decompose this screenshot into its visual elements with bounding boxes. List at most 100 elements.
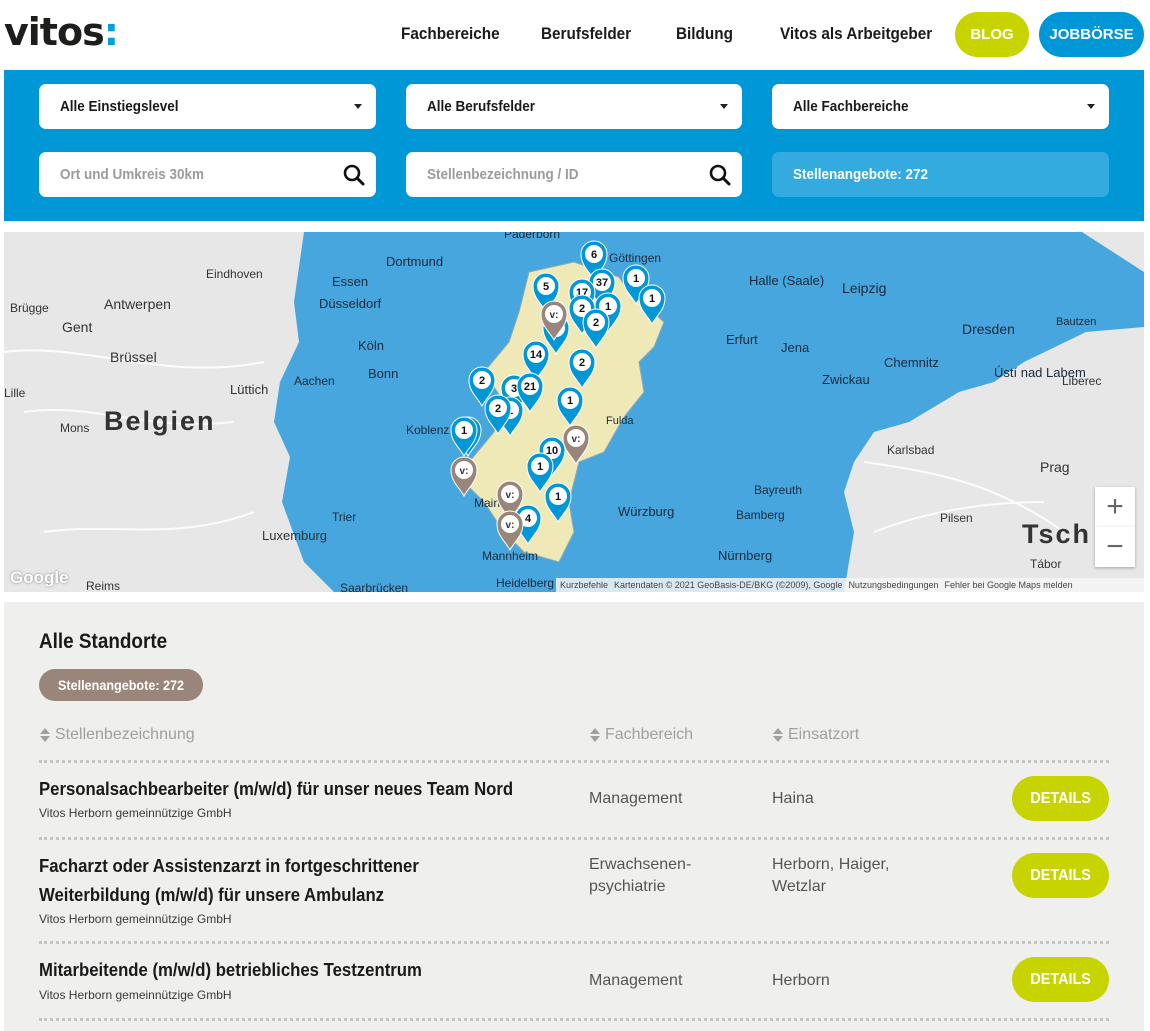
job-location: Herborn, Haiger, Wetzlar xyxy=(772,856,890,895)
map-city-label: Lille xyxy=(4,386,26,400)
map-report-link[interactable]: Fehler bei Google Maps melden xyxy=(945,580,1073,590)
job-location: Herborn xyxy=(772,972,830,989)
offers-count-text: Stellenangebote: 272 xyxy=(793,166,929,183)
divider xyxy=(39,941,1109,944)
details-button[interactable]: DETAILS xyxy=(1012,853,1109,898)
map-city-label: Dortmund xyxy=(386,254,443,269)
job-location: Haina xyxy=(772,790,814,807)
sort-einsatzort[interactable]: Einsatzort xyxy=(772,726,859,744)
column-label: Fachbereich xyxy=(605,726,694,743)
divider xyxy=(39,837,1109,840)
fachbereich-select[interactable]: Alle Fachbereiche xyxy=(772,84,1109,129)
map-city-label: Koblenz xyxy=(406,423,449,437)
zoom-out-button[interactable]: − xyxy=(1095,527,1135,567)
map-city-label: Chemnitz xyxy=(884,355,939,370)
map-city-label: Bayreuth xyxy=(754,483,802,497)
zoom-out-icon: − xyxy=(1106,530,1124,563)
nav-arbeitgeber[interactable]: Vitos als Arbeitgeber xyxy=(780,24,932,44)
job-org: Vitos Herborn gemeinnützige GmbH xyxy=(39,912,232,926)
nav-fachbereiche[interactable]: Fachbereiche xyxy=(401,24,500,44)
job-org: Vitos Herborn gemeinnützige GmbH xyxy=(39,806,232,820)
nav-berufsfelder[interactable]: Berufsfelder xyxy=(541,24,631,44)
job-department: Management xyxy=(589,790,683,807)
offers-count-badge: Stellenangebote: 272 xyxy=(39,669,204,701)
listing-title: Alle Standorte xyxy=(39,630,168,653)
caret-down-icon xyxy=(720,104,728,109)
sort-icon xyxy=(589,728,601,742)
map-city-label: Eindhoven xyxy=(206,267,263,281)
map-city-label: Paderborn xyxy=(504,232,560,241)
level-select[interactable]: Alle Einstiegslevel xyxy=(39,84,376,129)
map-marker-count: 1 xyxy=(649,293,655,305)
map-city-label: Köln xyxy=(358,338,384,353)
location-placeholder: Ort und Umkreis 30km xyxy=(60,166,205,183)
map-canvas[interactable]: Eindhoven Antwerpen Brügge Gent Brüssel … xyxy=(4,232,1144,592)
map-city-label: Bonn xyxy=(368,366,398,381)
zoom-in-button[interactable]: + xyxy=(1095,487,1135,527)
title-id-placeholder: Stellenbezeichnung / ID xyxy=(427,166,579,183)
title-id-input[interactable]: Stellenbezeichnung / ID xyxy=(406,152,742,197)
map-marker-count: 1 xyxy=(555,491,561,503)
berufsfeld-select-value: Alle Berufsfelder xyxy=(427,98,536,115)
map-city-label: Lüttich xyxy=(230,382,268,397)
job-title-link[interactable]: Personalsachbearbeiter (m/w/d) für unser… xyxy=(39,775,560,804)
map-marker-count: 2 xyxy=(579,303,585,315)
column-label: Stellenbezeichnung xyxy=(55,726,195,743)
caret-down-icon xyxy=(354,104,362,109)
berufsfeld-select[interactable]: Alle Berufsfelder xyxy=(406,84,742,129)
map-city-label: Erfurt xyxy=(726,332,758,347)
column-label: Einsatzort xyxy=(788,726,860,743)
map-marker-count: 1 xyxy=(605,301,611,313)
search-icon[interactable] xyxy=(708,163,732,187)
map-marker-count: 2 xyxy=(479,375,485,387)
job-listing: Alle Standorte Stellenangebote: 272 Stel… xyxy=(4,602,1144,1031)
job-title-link[interactable]: Facharzt oder Assistenzarzt in fortgesch… xyxy=(39,852,504,910)
sort-fachbereich[interactable]: Fachbereich xyxy=(589,726,693,744)
map-city-label: Jena xyxy=(781,340,810,355)
map-marker-count: 1 xyxy=(567,395,573,407)
blog-button[interactable]: BLOG xyxy=(955,12,1029,57)
location-input[interactable]: Ort und Umkreis 30km xyxy=(39,152,376,197)
sort-stellenbezeichnung[interactable]: Stellenbezeichnung xyxy=(39,726,195,744)
divider xyxy=(39,760,1109,763)
job-department: Management xyxy=(589,972,683,989)
details-button[interactable]: DETAILS xyxy=(1012,957,1109,1002)
map-marker-count: 21 xyxy=(524,381,536,393)
details-label: DETAILS xyxy=(1030,970,1091,988)
details-button[interactable]: DETAILS xyxy=(1012,776,1109,821)
map-marker-count: 2 xyxy=(579,357,585,369)
jobboerse-label: JOBBÖRSE xyxy=(1049,26,1134,43)
map-marker-count: 3 xyxy=(511,383,517,395)
vitos-marker-label: v: xyxy=(550,310,559,321)
map-city-label: Brügge xyxy=(10,301,49,315)
map-city-label: Fulda xyxy=(606,415,634,427)
job-map[interactable]: Eindhoven Antwerpen Brügge Gent Brüssel … xyxy=(4,232,1144,592)
map-city-label: Bautzen xyxy=(1056,316,1096,328)
vitos-marker-label: v: xyxy=(460,466,469,477)
job-title-link[interactable]: Mitarbeitende (m/w/d) betriebliches Test… xyxy=(39,956,560,985)
map-city-label: Tsch xyxy=(1022,519,1091,549)
map-shortcuts-link[interactable]: Kurzbefehle xyxy=(560,580,608,590)
map-city-label: Trier xyxy=(332,510,356,524)
jobboerse-button[interactable]: JOBBÖRSE xyxy=(1039,12,1144,57)
map-city-label: Heidelberg xyxy=(496,576,554,590)
nav-bildung[interactable]: Bildung xyxy=(676,24,733,44)
badge-text: Stellenangebote: 272 xyxy=(58,677,185,693)
blog-label: BLOG xyxy=(970,26,1014,43)
map-marker-count: 1 xyxy=(461,425,467,437)
map-terms-link[interactable]: Nutzungsbedingungen xyxy=(848,580,938,590)
map-city-label: Karlsbad xyxy=(887,443,934,457)
map-city-label: Pilsen xyxy=(940,511,973,525)
map-city-label: Dresden xyxy=(962,321,1015,337)
vitos-logo[interactable]: vitos: xyxy=(4,10,119,54)
map-city-label: Saarbrücken xyxy=(340,581,408,592)
map-city-label: Düsseldorf xyxy=(319,296,382,311)
map-marker-count: 6 xyxy=(591,249,597,261)
caret-down-icon xyxy=(1087,104,1095,109)
vitos-marker-label: v: xyxy=(506,520,515,531)
sort-icon xyxy=(39,728,51,742)
map-marker-count: 2 xyxy=(495,403,501,415)
map-city-label: Antwerpen xyxy=(104,296,171,312)
search-icon[interactable] xyxy=(342,163,366,187)
offers-count-box: Stellenangebote: 272 xyxy=(772,152,1109,197)
